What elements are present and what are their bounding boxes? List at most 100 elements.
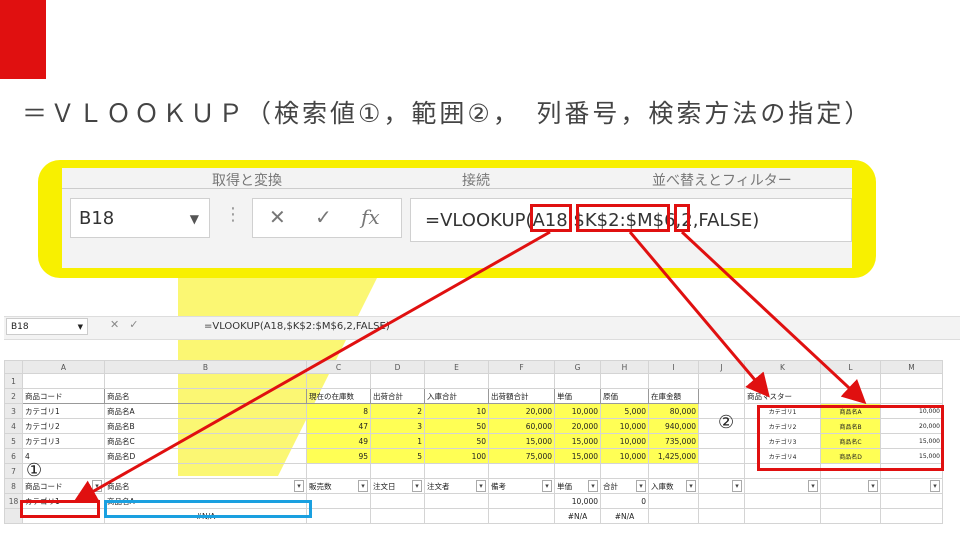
cell[interactable] xyxy=(744,508,821,524)
column-header[interactable]: A xyxy=(22,360,105,374)
cell[interactable] xyxy=(698,433,745,449)
cell[interactable] xyxy=(488,373,555,389)
cell[interactable] xyxy=(488,493,555,509)
sheet-formula-input[interactable]: =VLOOKUP(A18,$K$2:$M$6,2,FALSE) xyxy=(204,318,390,335)
cell[interactable] xyxy=(648,508,699,524)
cell[interactable]: 備考 xyxy=(488,478,555,494)
column-header[interactable] xyxy=(4,360,23,374)
cell[interactable]: 95 xyxy=(306,448,371,464)
cell[interactable] xyxy=(744,373,821,389)
cell[interactable] xyxy=(424,463,489,479)
row-header[interactable]: 4 xyxy=(4,418,23,434)
cell[interactable]: 出荷合計 xyxy=(370,388,425,404)
row-header[interactable]: 1 xyxy=(4,373,23,389)
cell[interactable] xyxy=(22,373,105,389)
cell[interactable] xyxy=(698,448,745,464)
cell[interactable] xyxy=(698,373,745,389)
cell[interactable] xyxy=(370,493,425,509)
cell[interactable] xyxy=(488,508,555,524)
cell[interactable]: 入庫数 xyxy=(648,478,699,494)
cell[interactable]: 75,000 xyxy=(488,448,555,464)
cell[interactable]: 10,000 xyxy=(600,448,649,464)
confirm-icon[interactable]: ✓ xyxy=(315,205,332,229)
ribbon-tab-sort-filter[interactable]: 並べ替えとフィルター xyxy=(652,170,792,190)
cell[interactable] xyxy=(370,373,425,389)
cell[interactable] xyxy=(424,508,489,524)
cell[interactable]: カテゴリ2 xyxy=(22,418,105,434)
column-header[interactable]: F xyxy=(488,360,555,374)
cell[interactable]: 20,000 xyxy=(488,403,555,419)
cell[interactable]: 商品名D xyxy=(104,448,307,464)
cell[interactable]: 735,000 xyxy=(648,433,699,449)
cell[interactable] xyxy=(820,388,881,404)
column-header[interactable]: I xyxy=(648,360,699,374)
cell[interactable]: 940,000 xyxy=(648,418,699,434)
cell[interactable]: 80,000 xyxy=(648,403,699,419)
cell[interactable]: 商品コード xyxy=(22,388,105,404)
cell[interactable] xyxy=(698,388,745,404)
cell[interactable]: 1,425,000 xyxy=(648,448,699,464)
cell[interactable]: 10,000 xyxy=(600,433,649,449)
cell[interactable] xyxy=(698,508,745,524)
cell[interactable] xyxy=(104,373,307,389)
cell[interactable]: 10,000 xyxy=(554,403,601,419)
column-header[interactable]: C xyxy=(306,360,371,374)
cancel-icon[interactable]: ✕ xyxy=(269,205,286,229)
cell[interactable] xyxy=(744,493,821,509)
cell[interactable]: 商品名C xyxy=(104,433,307,449)
cell[interactable]: カテゴリ1 xyxy=(22,403,105,419)
cell[interactable]: 1 xyxy=(370,433,425,449)
cell[interactable] xyxy=(600,463,649,479)
cell[interactable] xyxy=(424,493,489,509)
cell[interactable] xyxy=(648,493,699,509)
cell[interactable]: 現在の在庫数 xyxy=(306,388,371,404)
cell[interactable]: 注文日 xyxy=(370,478,425,494)
cell[interactable] xyxy=(306,508,371,524)
chevron-down-icon[interactable]: ▼ xyxy=(190,199,199,239)
column-header[interactable]: J xyxy=(698,360,745,374)
cell[interactable] xyxy=(820,373,881,389)
cell[interactable]: 5,000 xyxy=(600,403,649,419)
sheet-name-box[interactable]: B18 ▼ xyxy=(6,318,88,335)
cell[interactable]: 8 xyxy=(306,403,371,419)
cell[interactable] xyxy=(820,493,881,509)
ribbon-tab-get-transform[interactable]: 取得と変換 xyxy=(212,170,282,190)
cell[interactable] xyxy=(488,463,555,479)
cell[interactable]: 商品マスター xyxy=(744,388,821,404)
cell[interactable] xyxy=(880,373,943,389)
cell[interactable] xyxy=(880,508,943,524)
cell[interactable] xyxy=(880,493,943,509)
row-header[interactable]: 2 xyxy=(4,388,23,404)
row-header[interactable]: 6 xyxy=(4,448,23,464)
cell[interactable]: 商品名A xyxy=(104,403,307,419)
cell[interactable]: 入庫合計 xyxy=(424,388,489,404)
cell[interactable] xyxy=(698,463,745,479)
row-header[interactable]: 7 xyxy=(4,463,23,479)
cell[interactable]: 47 xyxy=(306,418,371,434)
cell[interactable]: 単価 xyxy=(554,388,601,404)
cell[interactable] xyxy=(600,373,649,389)
cell[interactable]: 49 xyxy=(306,433,371,449)
cell[interactable]: 商品名 xyxy=(104,478,307,494)
cell[interactable]: 原価 xyxy=(600,388,649,404)
cell[interactable] xyxy=(744,478,821,494)
cell[interactable]: 注文者 xyxy=(424,478,489,494)
cell[interactable] xyxy=(820,478,881,494)
name-box[interactable]: B18 ▼ xyxy=(70,198,210,238)
cell[interactable]: 商品名B xyxy=(104,418,307,434)
cell[interactable] xyxy=(880,388,943,404)
fx-icon[interactable]: fx xyxy=(361,205,380,229)
cell[interactable]: 単価 xyxy=(554,478,601,494)
cell[interactable] xyxy=(306,463,371,479)
ribbon-tab-connections[interactable]: 接続 xyxy=(462,170,490,190)
column-header[interactable]: H xyxy=(600,360,649,374)
cell[interactable] xyxy=(370,508,425,524)
cell[interactable] xyxy=(698,493,745,509)
cell[interactable] xyxy=(306,493,371,509)
cell[interactable]: 3 xyxy=(370,418,425,434)
cell[interactable] xyxy=(554,373,601,389)
row-header[interactable]: 3 xyxy=(4,403,23,419)
cell[interactable]: 60,000 xyxy=(488,418,555,434)
cell[interactable] xyxy=(104,463,307,479)
cell[interactable]: #N/A xyxy=(554,508,601,524)
